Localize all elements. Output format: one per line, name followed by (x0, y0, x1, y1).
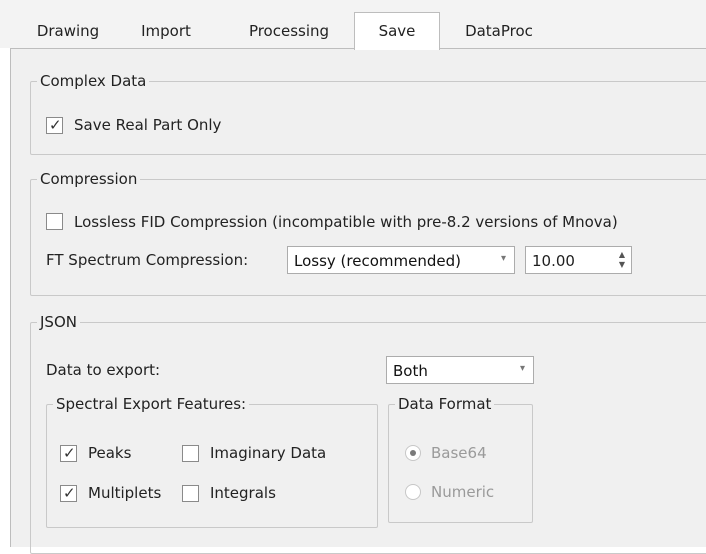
data-to-export-label: Data to export: (46, 361, 161, 379)
imaginary-data-label[interactable]: Imaginary Data (210, 444, 326, 462)
spin-up-icon[interactable]: ▲ (619, 251, 625, 259)
tab-drawing[interactable]: Drawing (28, 14, 108, 48)
ft-compression-spin-value: 10.00 (532, 252, 575, 270)
json-group: JSON Data to export: Both ▾ Spectral Exp… (30, 313, 706, 554)
base64-radio[interactable] (405, 445, 421, 461)
complex-data-group: Complex Data ✓ Save Real Part Only (30, 72, 706, 155)
tab-processing[interactable]: Processing (238, 14, 340, 48)
multiplets-label[interactable]: Multiplets (88, 484, 161, 502)
ft-compression-value: Lossy (recommended) (294, 252, 461, 270)
integrals-label[interactable]: Integrals (210, 484, 276, 502)
spectral-export-features-group: Spectral Export Features: ✓ Peaks Imagin… (46, 395, 378, 528)
data-format-group: Data Format Base64 Numeric (388, 395, 533, 523)
integrals-checkbox[interactable] (182, 485, 199, 502)
json-title: JSON (37, 313, 80, 331)
imaginary-data-checkbox[interactable] (182, 445, 199, 462)
save-settings-panel: Complex Data ✓ Save Real Part Only Compr… (10, 48, 706, 554)
check-icon: ✓ (63, 444, 76, 462)
ft-spectrum-compression-label: FT Spectrum Compression: (46, 251, 249, 269)
spin-down-icon[interactable]: ▼ (619, 261, 625, 269)
numeric-radio[interactable] (405, 484, 421, 500)
radio-selected-dot (410, 450, 416, 456)
lossless-fid-compression-checkbox[interactable] (46, 213, 63, 230)
complex-data-title: Complex Data (37, 72, 150, 90)
lossless-fid-compression-label[interactable]: Lossless FID Compression (incompatible w… (74, 213, 618, 231)
check-icon: ✓ (63, 484, 76, 502)
ft-compression-select[interactable]: Lossy (recommended) ▾ (287, 246, 515, 274)
peaks-checkbox[interactable]: ✓ (60, 444, 77, 462)
tab-dataproc[interactable]: DataProc (452, 14, 546, 48)
ft-compression-spinbox[interactable]: 10.00 ▲ ▼ (525, 246, 632, 274)
data-to-export-value: Both (393, 362, 428, 380)
numeric-label[interactable]: Numeric (431, 483, 494, 501)
compression-title: Compression (37, 170, 141, 188)
data-to-export-select[interactable]: Both ▾ (386, 356, 534, 384)
check-icon: ✓ (49, 116, 62, 134)
peaks-label[interactable]: Peaks (88, 444, 131, 462)
save-real-part-only-checkbox[interactable]: ✓ (46, 116, 63, 134)
tab-bar: Drawing Import Processing Save DataProc (0, 0, 706, 50)
chevron-down-icon: ▾ (519, 363, 525, 374)
tab-import[interactable]: Import (127, 14, 205, 48)
save-real-part-only-label[interactable]: Save Real Part Only (74, 116, 221, 134)
spectral-export-features-title: Spectral Export Features: (53, 395, 250, 413)
compression-group: Compression Lossless FID Compression (in… (30, 170, 706, 296)
data-format-title: Data Format (395, 395, 495, 413)
chevron-down-icon: ▾ (500, 253, 506, 264)
multiplets-checkbox[interactable]: ✓ (60, 484, 77, 502)
tab-save[interactable]: Save (354, 12, 440, 50)
base64-label[interactable]: Base64 (431, 444, 487, 462)
